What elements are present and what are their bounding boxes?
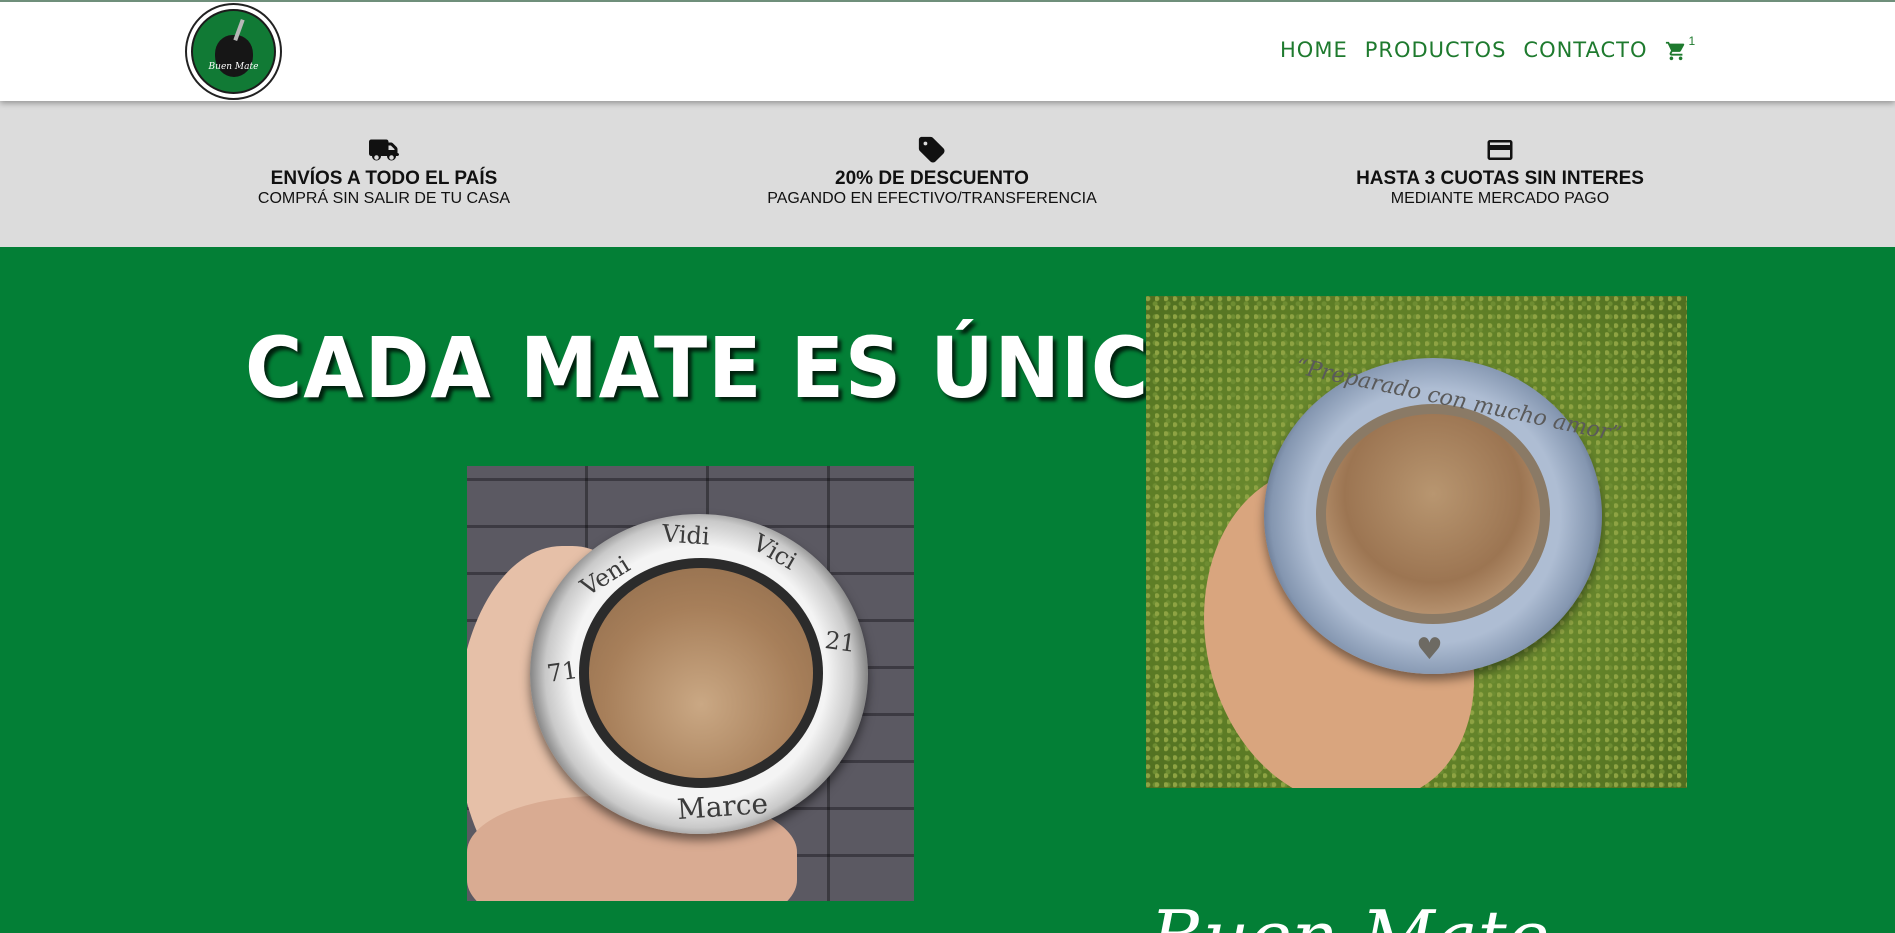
feature-title: HASTA 3 CUOTAS SIN INTERES bbox=[1356, 168, 1644, 189]
feature-subtitle: MEDIANTE MERCADO PAGO bbox=[1390, 190, 1610, 207]
main-nav: HOME PRODUCTOS CONTACTO 1 bbox=[1280, 34, 1696, 62]
feature-subtitle: COMPRÁ SIN SALIR DE TU CASA bbox=[257, 190, 511, 207]
mate-yerba bbox=[1326, 414, 1540, 614]
engraving-text: Vidi bbox=[661, 519, 711, 551]
hero-section: CADA MATE ES ÚNICO Veni Vidi Vici 71 21 … bbox=[0, 247, 1895, 933]
logo-emblem: Buen Mate bbox=[191, 9, 276, 94]
mate-photo-preparado-con-mucho-amor: “Preparado con mucho amor” ♥ bbox=[1146, 296, 1687, 788]
nav-contacto-link[interactable]: CONTACTO bbox=[1523, 38, 1647, 62]
credit-card-icon bbox=[1487, 140, 1513, 160]
hero-script-text: Buen Mate bbox=[1150, 895, 1549, 933]
hero-title: CADA MATE ES ÚNICO bbox=[245, 319, 1217, 417]
feature-subtitle: PAGANDO EN EFECTIVO/TRANSFERENCIA bbox=[767, 190, 1097, 207]
mate-yerba bbox=[589, 568, 813, 778]
feature-discount: 20% DE DESCUENTO PAGANDO EN EFECTIVO/TRA… bbox=[722, 135, 1142, 208]
tag-icon bbox=[918, 136, 945, 163]
cart-button[interactable]: 1 bbox=[1665, 34, 1696, 62]
cart-count-badge: 1 bbox=[1688, 34, 1696, 48]
brand-logo[interactable]: Buen Mate bbox=[185, 3, 282, 100]
feature-title: 20% DE DESCUENTO bbox=[835, 168, 1029, 189]
feature-installments: HASTA 3 CUOTAS SIN INTERES MEDIANTE MERC… bbox=[1290, 135, 1710, 208]
mate-photo-veni-vidi-vici: Veni Vidi Vici 71 21 Marce bbox=[467, 466, 914, 901]
bombilla-icon bbox=[232, 18, 245, 41]
engraving-text: Marce bbox=[675, 786, 770, 827]
nav-home-link[interactable]: HOME bbox=[1280, 38, 1348, 62]
engraving-text: 21 bbox=[823, 626, 858, 658]
nav-productos-link[interactable]: PRODUCTOS bbox=[1365, 38, 1507, 62]
shopping-cart-icon bbox=[1665, 41, 1684, 61]
logo-text: Buen Mate bbox=[208, 62, 259, 72]
heart-icon: ♥ bbox=[1416, 632, 1443, 667]
feature-shipping: ENVÍOS A TODO EL PAÍS COMPRÁ SIN SALIR D… bbox=[174, 135, 594, 208]
truck-icon bbox=[369, 139, 399, 161]
features-strip: ENVÍOS A TODO EL PAÍS COMPRÁ SIN SALIR D… bbox=[0, 101, 1895, 247]
navbar: Buen Mate HOME PRODUCTOS CONTACTO 1 bbox=[0, 0, 1895, 101]
engraving-text: 71 bbox=[545, 656, 580, 688]
feature-title: ENVÍOS A TODO EL PAÍS bbox=[270, 168, 498, 189]
